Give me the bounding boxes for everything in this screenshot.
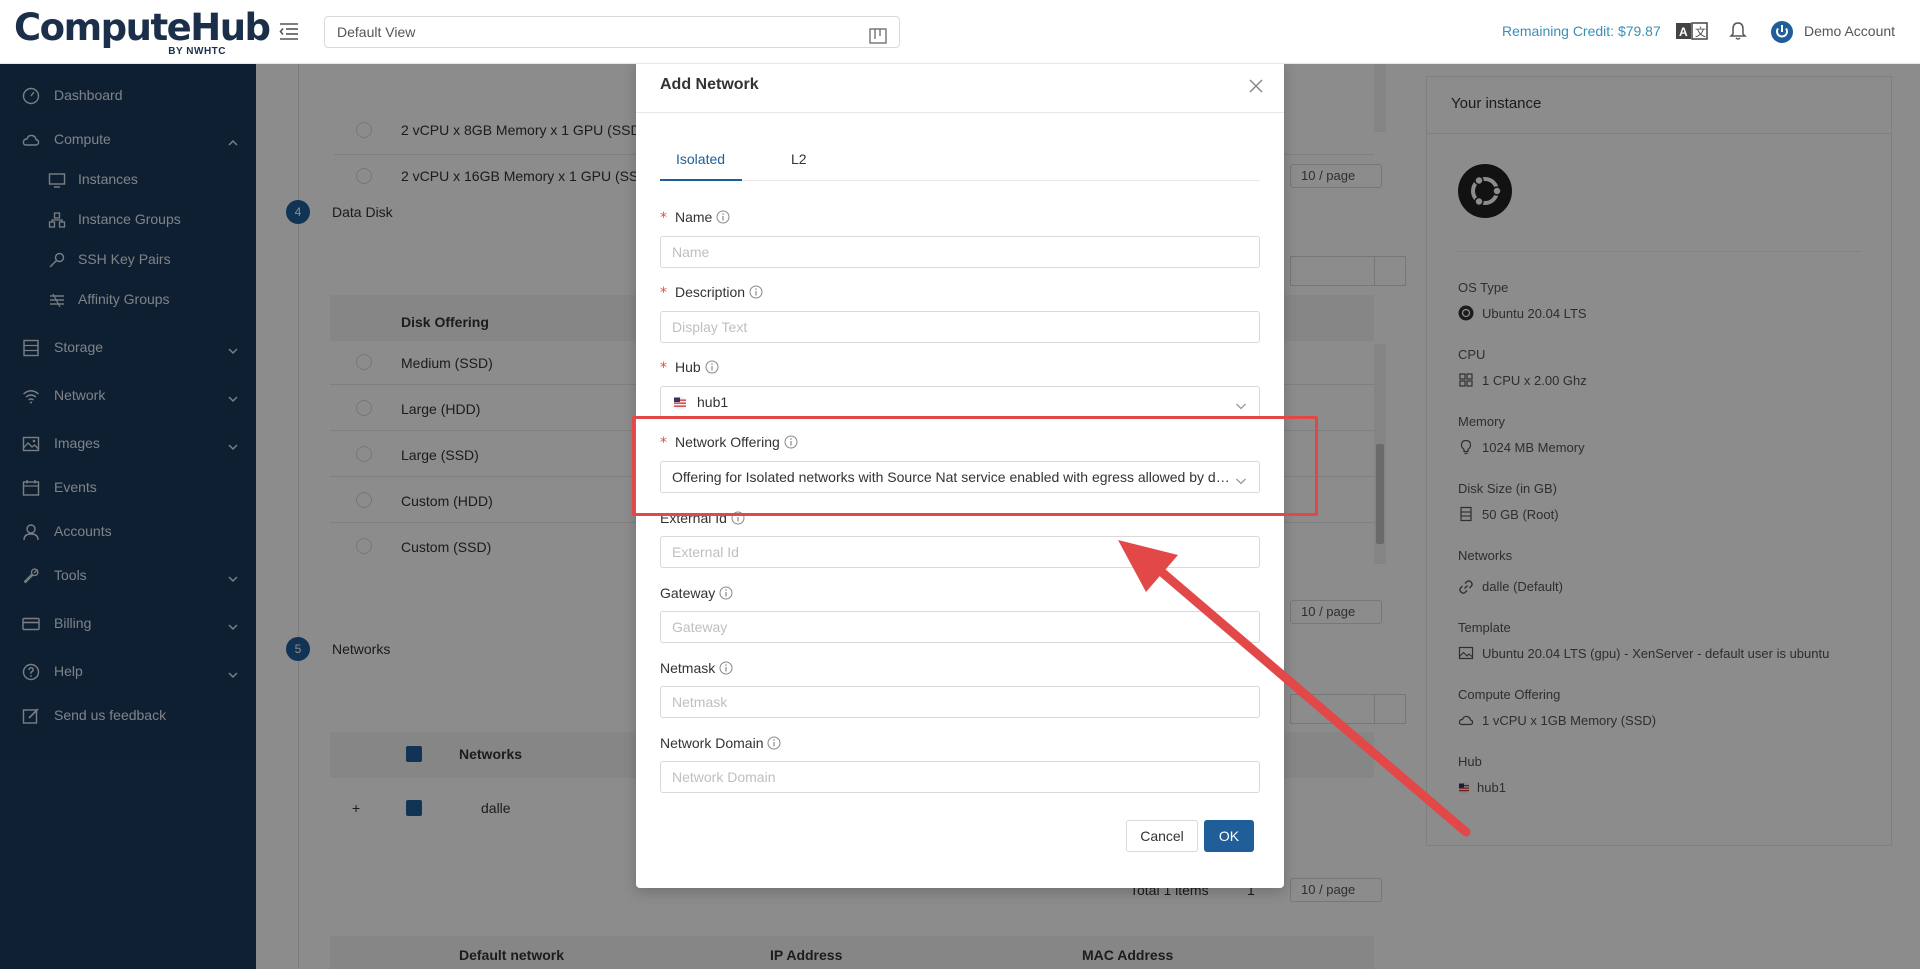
- close-icon[interactable]: [1248, 78, 1264, 94]
- hub-label: * Hub: [660, 359, 719, 376]
- svg-text:文: 文: [1695, 25, 1706, 39]
- dialog-title: Add Network: [660, 76, 759, 93]
- network-domain-input[interactable]: [660, 761, 1260, 793]
- power-icon: [1770, 20, 1794, 44]
- language-icon[interactable]: A文: [1676, 22, 1708, 40]
- required-mark: *: [660, 210, 667, 226]
- network-domain-label-text: Network Domain: [660, 735, 764, 751]
- board-icon: [869, 24, 887, 44]
- gateway-input[interactable]: [660, 611, 1260, 643]
- hub-select[interactable]: hub1: [660, 386, 1260, 418]
- logo-subtext: BY NWHTC: [168, 46, 226, 57]
- description-input[interactable]: [660, 311, 1260, 343]
- netmask-label: Netmask: [660, 660, 733, 676]
- name-label-text: Name: [675, 209, 713, 225]
- required-mark: *: [660, 285, 667, 301]
- external-id-input[interactable]: [660, 536, 1260, 568]
- bell-icon[interactable]: [1728, 21, 1748, 41]
- dialog-header: Add Network: [636, 58, 1284, 113]
- logo-text: ComputeHub: [14, 6, 271, 49]
- description-label: * Description: [660, 284, 763, 301]
- ok-button[interactable]: OK: [1204, 820, 1254, 852]
- hub-select-value: hub1: [697, 394, 729, 410]
- view-select[interactable]: Default View: [324, 16, 900, 48]
- tab-isolated[interactable]: Isolated: [676, 151, 725, 167]
- menu-toggle-icon[interactable]: [278, 20, 300, 42]
- name-input[interactable]: [660, 236, 1260, 268]
- info-icon[interactable]: [719, 586, 733, 600]
- svg-text:A: A: [1679, 25, 1688, 39]
- info-icon[interactable]: [716, 210, 730, 224]
- us-flag-icon: [673, 396, 687, 410]
- info-icon[interactable]: [749, 285, 763, 299]
- cancel-button[interactable]: Cancel: [1126, 820, 1198, 852]
- logo[interactable]: ComputeHub BY NWHTC: [14, 6, 271, 58]
- remaining-credit: Remaining Credit: $79.87: [1502, 23, 1661, 39]
- network-type-tabs: Isolated L2: [660, 143, 1260, 181]
- netmask-label-text: Netmask: [660, 660, 716, 676]
- netmask-input[interactable]: [660, 686, 1260, 718]
- hub-label-text: Hub: [675, 359, 701, 375]
- gateway-label: Gateway: [660, 585, 733, 601]
- active-tab-indicator: [660, 179, 742, 181]
- gateway-label-text: Gateway: [660, 585, 716, 601]
- name-label: * Name: [660, 209, 730, 226]
- required-mark: *: [660, 360, 667, 376]
- tab-l2[interactable]: L2: [791, 151, 807, 167]
- network-domain-label: Network Domain: [660, 735, 781, 751]
- view-select-value: Default View: [337, 24, 416, 40]
- annotation-highlight-box: [632, 416, 1318, 516]
- info-icon[interactable]: [705, 360, 719, 374]
- account-name: Demo Account: [1804, 23, 1896, 39]
- top-header: ComputeHub BY NWHTC Default View Remaini…: [0, 0, 1920, 64]
- info-icon[interactable]: [767, 736, 781, 750]
- info-icon[interactable]: [719, 661, 733, 675]
- chevron-down-icon: [1235, 398, 1247, 410]
- description-label-text: Description: [675, 284, 746, 300]
